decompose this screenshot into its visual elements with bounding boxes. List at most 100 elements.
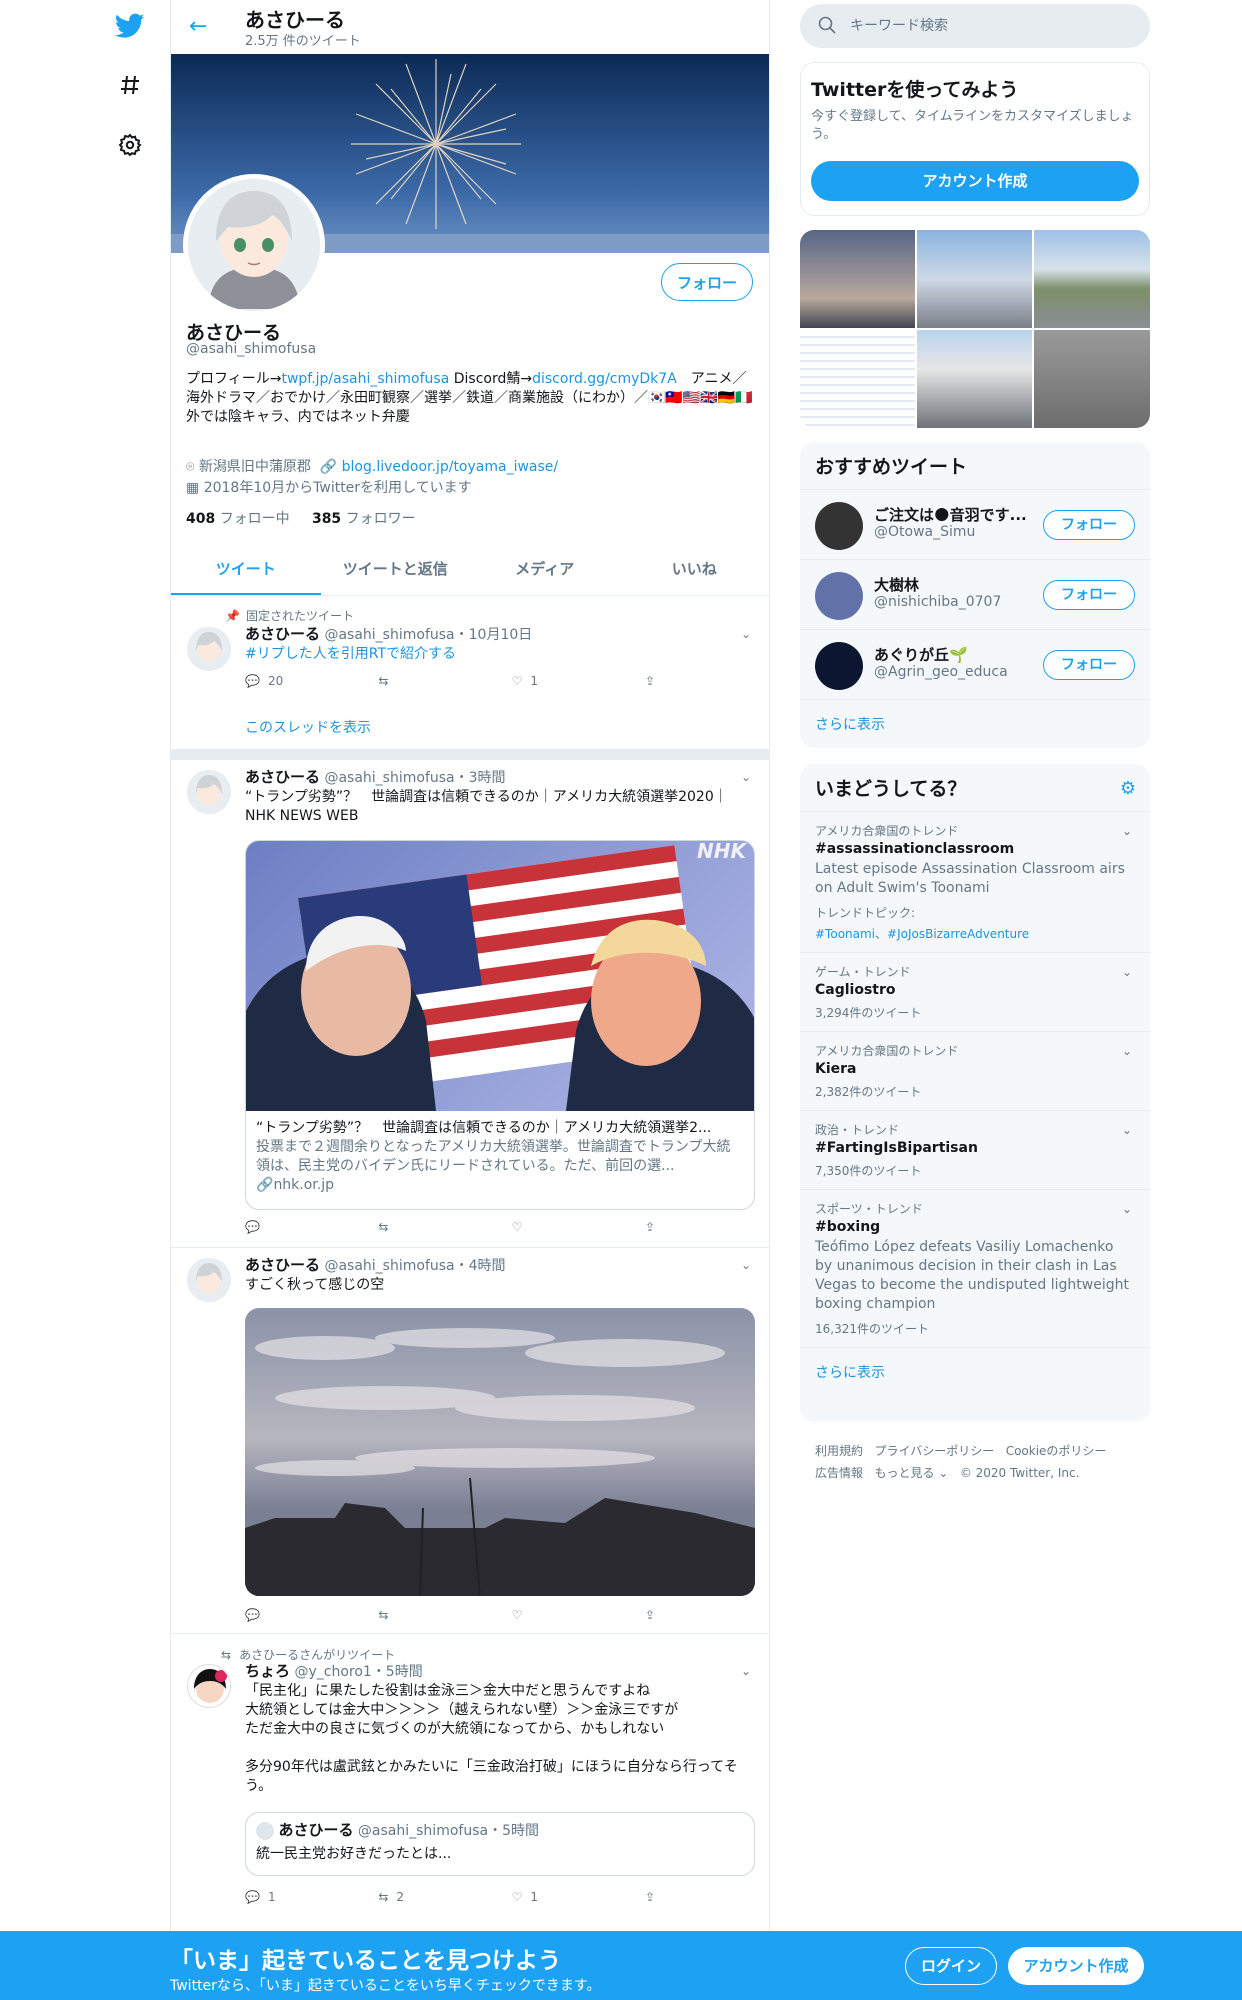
follow-button[interactable]: フォロー xyxy=(1043,510,1135,540)
share-icon[interactable]: ⇪ xyxy=(645,674,665,688)
signup-button[interactable]: アカウント作成 xyxy=(1008,1947,1144,1985)
login-button[interactable]: ログイン xyxy=(905,1947,997,1985)
chevron-down-icon[interactable]: ⌄ xyxy=(741,1258,751,1272)
retweet-action[interactable]: ⇆ 2 xyxy=(378,1890,478,1904)
footer-privacy[interactable]: プライバシーポリシー xyxy=(874,1444,994,1458)
footer-terms[interactable]: 利用規約 xyxy=(815,1444,863,1458)
settings-gear-icon[interactable]: ⚙ xyxy=(1120,778,1136,799)
tab-tweets[interactable]: ツイート xyxy=(171,544,321,595)
chevron-down-icon[interactable]: ⌄ xyxy=(1122,965,1132,979)
show-more-link[interactable]: さらに表示 xyxy=(800,1347,1150,1396)
tweet-sky-photo[interactable]: あさひーる @asahi_shimofusa・4時間 すごく秋って感じの空 ⌄ … xyxy=(171,1248,769,1634)
reply-action[interactable]: 💬 1 xyxy=(245,1890,345,1904)
trend-topic-link[interactable]: #Toonami xyxy=(815,927,875,941)
retweet-action[interactable]: ⇆ xyxy=(378,674,478,688)
media-thumb-6[interactable] xyxy=(1034,330,1150,428)
following-count-link[interactable]: 408 フォロー中 xyxy=(186,511,290,527)
tab-likes[interactable]: いいね xyxy=(620,544,770,595)
tweet-time[interactable]: ・4時間 xyxy=(455,1258,506,1274)
media-thumb-5[interactable] xyxy=(917,330,1032,428)
user-name[interactable]: あぐりが丘🌱 xyxy=(874,644,1034,665)
show-thread-link[interactable]: このスレッドを表示 xyxy=(245,717,371,737)
media-thumb-4[interactable] xyxy=(800,330,915,428)
link-card[interactable]: NHK “トランプ劣勢”？ 世論調査は信頼できるのか｜アメリカ大統領選挙2...… xyxy=(245,840,755,1210)
tweet-time[interactable]: ・10月10日 xyxy=(455,627,533,643)
search-input[interactable]: キーワード検索 xyxy=(800,4,1150,48)
recommended-user-1[interactable]: ご注文は🌑音羽です... @Otowa_Simu フォロー xyxy=(800,489,1150,559)
chevron-down-icon[interactable]: ⌄ xyxy=(1122,824,1132,838)
tweet-avatar[interactable] xyxy=(187,1258,231,1302)
tweet-pinned[interactable]: 📌 固定されたツイート あさひーる @asahi_shimofusa・10月10日… xyxy=(171,597,769,750)
chevron-down-icon[interactable]: ⌄ xyxy=(741,627,751,641)
bio-link-discord[interactable]: discord.gg/cmyDk7A xyxy=(532,371,677,387)
share-icon[interactable]: ⇪ xyxy=(645,1890,665,1904)
follow-button[interactable]: フォロー xyxy=(661,263,753,301)
recommended-user-3[interactable]: あぐりが丘🌱 @Agrin_geo_educa フォロー xyxy=(800,629,1150,699)
retweet-icon[interactable]: ⇆ xyxy=(378,1220,478,1234)
user-name[interactable]: 大樹林 xyxy=(874,574,1034,595)
followers-count-link[interactable]: 385 フォロワー xyxy=(312,511,416,527)
heart-icon[interactable]: ♡ xyxy=(512,1220,612,1234)
tweet-time[interactable]: ・5時間 xyxy=(372,1664,423,1680)
user-name[interactable]: ご注文は🌑音羽です... xyxy=(874,504,1034,525)
create-account-button[interactable]: アカウント作成 xyxy=(811,161,1139,201)
tab-tweets-and-replies[interactable]: ツイートと返信 xyxy=(321,544,471,595)
trend-topic-link[interactable]: #JoJosBizarreAdventure xyxy=(887,927,1029,941)
quoted-tweet[interactable]: あさひーる @asahi_shimofusa・5時間 統一民主党お好きだったとは… xyxy=(245,1812,755,1876)
chevron-down-icon[interactable]: ⌄ xyxy=(1122,1123,1132,1137)
follow-button[interactable]: フォロー xyxy=(1043,650,1135,680)
hashtag-icon[interactable] xyxy=(110,65,150,105)
tweet-author-name[interactable]: ちょろ xyxy=(245,1662,290,1680)
tweet-author-name[interactable]: あさひーる xyxy=(245,625,320,643)
footer-cookie[interactable]: Cookieのポリシー xyxy=(1006,1444,1107,1458)
twitter-logo-icon[interactable] xyxy=(110,6,150,46)
reply-icon[interactable]: 💬 xyxy=(245,1608,345,1622)
trend-item-2[interactable]: ゲーム・トレンド Cagliostro 3,294件のツイート ⌄ xyxy=(800,952,1150,1031)
heart-icon[interactable]: ♡ xyxy=(512,1608,612,1622)
media-thumb-2[interactable] xyxy=(917,230,1032,328)
trend-item-5[interactable]: スポーツ・トレンド #boxing Teófimo López defeats … xyxy=(800,1189,1150,1347)
media-thumb-1[interactable] xyxy=(800,230,915,328)
tab-media[interactable]: メディア xyxy=(470,544,620,595)
tweet-hashtag[interactable]: #リプした人を引用RTで紹介する xyxy=(245,645,755,664)
chevron-down-icon[interactable]: ⌄ xyxy=(1122,1044,1132,1058)
profile-avatar[interactable] xyxy=(183,174,325,316)
recommended-user-2[interactable]: 大樹林 @nishichiba_0707 フォロー xyxy=(800,559,1150,629)
chevron-down-icon[interactable]: ⌄ xyxy=(741,770,751,784)
tweet-author-handle[interactable]: @asahi_shimofusa xyxy=(324,770,454,786)
tweet-avatar[interactable] xyxy=(187,627,231,671)
profile-url[interactable]: blog.livedoor.jp/toyama_iwase/ xyxy=(342,459,558,475)
footer-ads[interactable]: 広告情報 xyxy=(815,1466,863,1480)
show-more-link[interactable]: さらに表示 xyxy=(800,699,1150,748)
user-avatar[interactable] xyxy=(815,572,863,620)
settings-gear-icon[interactable] xyxy=(110,125,150,165)
trend-item-1[interactable]: アメリカ合衆国のトレンド #assassinationclassroom Lat… xyxy=(800,811,1150,952)
chevron-down-icon[interactable]: ⌄ xyxy=(741,1664,751,1678)
reply-action[interactable]: 💬 20 xyxy=(245,674,345,688)
trend-item-4[interactable]: 政治・トレンド #FartingIsBipartisan 7,350件のツイート… xyxy=(800,1110,1150,1189)
tweet-time[interactable]: ・3時間 xyxy=(455,770,506,786)
follow-button[interactable]: フォロー xyxy=(1043,580,1135,610)
footer-more[interactable]: もっと見る ⌄ xyxy=(874,1466,948,1480)
retweet-icon[interactable]: ⇆ xyxy=(378,1608,478,1622)
tweet-author-handle[interactable]: @asahi_shimofusa xyxy=(324,627,454,643)
share-icon[interactable]: ⇪ xyxy=(645,1220,665,1234)
media-thumb-3[interactable] xyxy=(1034,230,1150,328)
like-action[interactable]: ♡ 1 xyxy=(512,674,612,688)
back-arrow-icon[interactable]: ← xyxy=(189,12,219,42)
user-avatar[interactable] xyxy=(815,502,863,550)
like-action[interactable]: ♡ 1 xyxy=(512,1890,612,1904)
tweet-author-handle[interactable]: @asahi_shimofusa xyxy=(324,1258,454,1274)
tweet-author-name[interactable]: あさひーる xyxy=(245,768,320,786)
tweet-author-name[interactable]: あさひーる xyxy=(245,1256,320,1274)
tweet-nhk-link[interactable]: あさひーる @asahi_shimofusa・3時間 “トランプ劣勢”？ 世論調… xyxy=(171,760,769,1248)
share-icon[interactable]: ⇪ xyxy=(645,1608,665,1622)
trend-item-3[interactable]: アメリカ合衆国のトレンド Kiera 2,382件のツイート ⌄ xyxy=(800,1031,1150,1110)
tweet-avatar[interactable] xyxy=(187,1664,231,1708)
user-avatar[interactable] xyxy=(815,642,863,690)
tweet-author-handle[interactable]: @y_choro1 xyxy=(294,1664,371,1680)
bio-link-twpf[interactable]: twpf.jp/asahi_shimofusa xyxy=(281,371,449,387)
tweet-photo[interactable] xyxy=(245,1308,755,1596)
chevron-down-icon[interactable]: ⌄ xyxy=(1122,1202,1132,1216)
reply-icon[interactable]: 💬 xyxy=(245,1220,345,1234)
